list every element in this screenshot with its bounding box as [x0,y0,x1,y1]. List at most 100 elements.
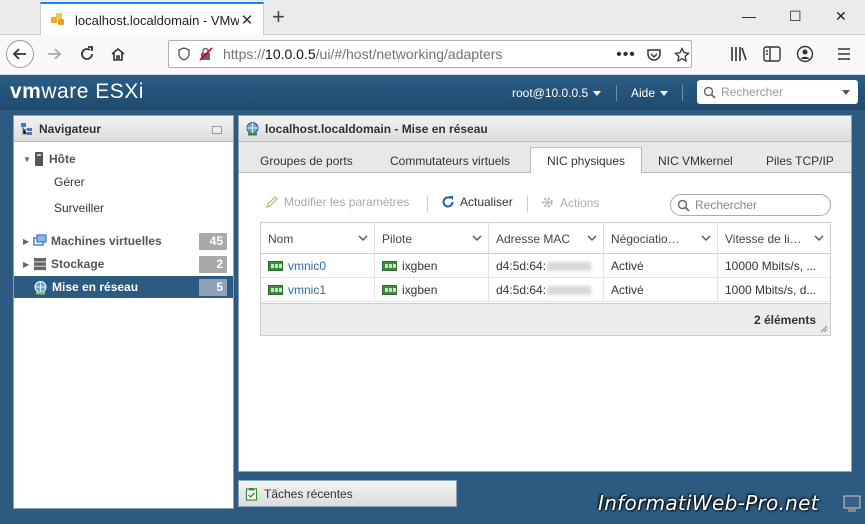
column-header-name[interactable]: Nom [261,223,375,254]
browser-tab[interactable]: localhost.localdomain - VMware ✕ [40,2,264,36]
physical-nics-table: Nom Pilote Adresse MAC Négociation auto … [260,222,831,336]
resize-grip-icon [820,325,828,333]
toolbar-divider [527,196,528,212]
edit-settings-button[interactable]: Modifier les paramètres [265,195,409,209]
cell-driver: ixgben [375,278,489,302]
sidebar-item-monitor[interactable]: Surveiller [54,201,104,215]
reload-icon [81,46,93,60]
table-row[interactable]: vmnic0 ixgben d4:5d:64: Activé 10000 Mbi… [261,254,830,278]
mac-redacted [547,285,592,295]
library-icon[interactable] [730,46,748,65]
column-header-link-speed[interactable]: Vitesse de liaison [718,223,830,254]
pocket-icon[interactable] [644,45,664,65]
sidebar-item-virtual-machines[interactable]: ▶ Machines virtuelles 45 [14,230,233,252]
account-icon[interactable] [796,45,814,66]
tab-physical-nics[interactable]: NIC physiques [530,147,642,174]
storage-icon [34,258,46,271]
home-button[interactable] [104,40,132,68]
collapsed-triangle-icon[interactable]: ▶ [23,260,33,269]
virtual-machines-icon [33,234,47,246]
column-header-label: Vitesse de liaison [725,231,805,246]
menu-icon[interactable] [836,46,852,65]
host-server-icon [35,152,43,166]
recent-tasks-bar[interactable]: Tâches récentes [238,480,457,507]
collapse-panel-icon[interactable] [212,126,222,134]
column-header-mac[interactable]: Adresse MAC [489,223,604,254]
toolbar-divider [427,196,428,212]
nic-icon [268,285,283,295]
browser-tab-bar: localhost.localdomain - VMware ✕ + — ☐ ✕ [0,0,865,36]
navigator-title: Navigateur [39,121,102,136]
column-header-driver[interactable]: Pilote [375,223,489,254]
adapter-search-input[interactable]: Rechercher [670,194,831,216]
sidebar-toggle-icon[interactable] [763,46,781,65]
vmware-esxi-logo: vmware ESXi [10,80,144,103]
close-window-button[interactable]: ✕ [835,8,847,25]
header-search-input[interactable]: Rechercher [697,80,858,104]
column-header-autonegotiation[interactable]: Négociation auto [604,223,718,254]
back-button[interactable] [6,40,34,68]
count-badge: 2 [199,256,227,273]
tab-port-groups[interactable]: Groupes de ports [252,148,372,173]
tab-tcpip-stacks[interactable]: Piles TCP/IP [758,148,851,173]
sidebar-item-storage[interactable]: ▶ Stockage 2 [14,253,233,275]
sidebar-item-host[interactable]: ▼ Hôte [14,148,233,170]
page-title: localhost.localdomain - Mise en réseau [265,121,488,136]
cell-autonegotiation: Activé [604,278,718,302]
actions-label: Actions [560,195,600,210]
refresh-button[interactable]: Actualiser [441,195,513,209]
search-icon [677,199,690,212]
help-menu[interactable]: Aide [631,86,669,100]
chevron-down-icon [593,90,602,96]
table-header: Nom Pilote Adresse MAC Négociation auto … [261,223,830,254]
reload-button[interactable] [73,40,101,68]
driver-icon [382,285,397,295]
sidebar-item-networking[interactable]: Mise en réseau 5 [14,276,233,298]
collapsed-triangle-icon[interactable]: ▶ [23,237,33,246]
column-header-label: Pilote [382,231,413,246]
maximize-button[interactable]: ☐ [789,8,802,25]
actions-button[interactable]: Actions [540,195,599,210]
refresh-icon [442,196,454,208]
networking-globe-icon [34,280,47,294]
navigator-tree-icon [21,122,32,135]
gear-icon [542,197,553,208]
watermark: InformatiWeb-Pro.net [598,491,819,515]
driver-value: ixgben [402,259,438,273]
nic-name-link[interactable]: vmnic1 [288,283,326,297]
minimize-button[interactable]: — [742,8,756,24]
adapter-search-placeholder: Rechercher [695,198,758,212]
header-search-placeholder: Rechercher [721,85,784,99]
close-tab-icon[interactable]: ✕ [239,11,255,29]
expanded-triangle-icon[interactable]: ▼ [23,155,33,164]
driver-icon [382,261,397,271]
driver-value: ixgben [402,283,438,297]
recent-tasks-label: Tâches récentes [264,486,353,501]
tab-vmkernel-nics[interactable]: NIC VMkernel [650,148,742,173]
vmware-favicon-icon [51,13,65,27]
sidebar-item-manage[interactable]: Gérer [54,175,85,189]
forward-arrow-icon [48,48,62,60]
edit-settings-label: Modifier les paramètres [284,195,410,209]
nic-name-link[interactable]: vmnic0 [288,259,326,273]
count-badge: 45 [199,233,227,250]
sidebar-item-label: Hôte [49,152,76,166]
mac-value: d4:5d:64: [496,283,547,297]
chevron-down-icon[interactable] [842,89,850,95]
chevron-down-icon [587,235,597,241]
table-row[interactable]: vmnic1 ixgben d4:5d:64: Activé 1000 Mbit… [261,278,830,302]
back-arrow-icon [12,48,26,60]
column-header-label: Adresse MAC [496,231,571,246]
mac-value: d4:5d:64: [496,259,547,273]
table-footer: 2 éléments [261,303,830,335]
new-tab-button[interactable]: + [272,4,285,30]
cell-name: vmnic1 [261,278,375,302]
bookmark-star-icon[interactable] [672,45,692,65]
pencil-icon [266,196,278,208]
navigator-panel: Navigateur ▼ Hôte Gérer Surveiller ▶ Mac… [13,115,234,509]
tab-virtual-switches[interactable]: Commutateurs virtuels [382,148,512,173]
shield-icon [178,47,190,61]
page-actions-icon[interactable]: ••• [616,45,636,65]
forward-button[interactable] [40,40,68,68]
user-menu[interactable]: root@10.0.0.5 [512,86,602,100]
